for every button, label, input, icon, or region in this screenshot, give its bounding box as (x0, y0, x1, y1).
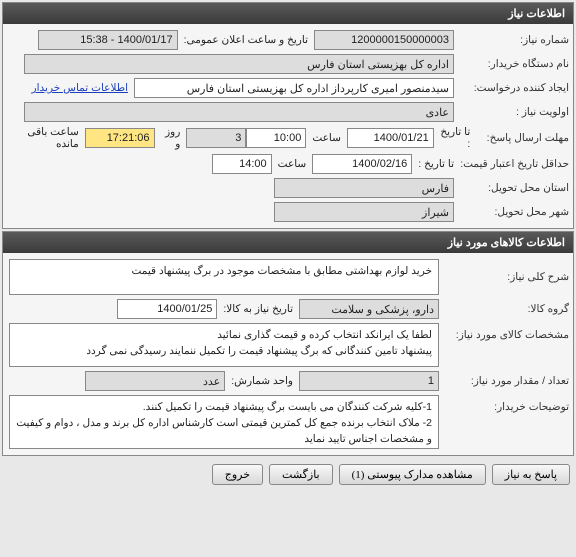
min-valid-label: حداقل تاریخ اعتبار قیمت: (454, 158, 569, 170)
city-label: شهر محل تحویل: (454, 206, 569, 218)
province-value: فارس (274, 178, 454, 198)
pub-datetime-label: تاریخ و ساعت اعلان عمومی: (178, 34, 314, 46)
remain-days: 3 (186, 128, 246, 148)
buyer-contact-link[interactable]: اطلاعات تماس خریدار (32, 82, 128, 94)
need-no-value: 1200000150000003 (314, 30, 454, 50)
need-date-to-value: 1400/01/25 (117, 299, 217, 319)
min-valid-time: 14:00 (212, 154, 272, 174)
goods-group-value: دارو، پزشکی و سلامت (299, 299, 439, 319)
unit-value: عدد (85, 371, 225, 391)
goods-info-header: اطلاعات کالاهای مورد نیاز (3, 232, 573, 253)
remain-suffix: ساعت باقی مانده (7, 126, 85, 150)
buyer-org-value: اداره کل بهزیستی استان فارس (24, 54, 454, 74)
priority-label: اولویت نیاز : (454, 106, 569, 118)
province-label: استان محل تحویل: (454, 182, 569, 194)
buyer-org-label: نام دستگاه خریدار: (454, 58, 569, 70)
deadline-label: مهلت ارسال پاسخ: (470, 132, 569, 144)
remain-days-label: روز و (155, 126, 187, 150)
creator-label: ایجاد کننده درخواست: (454, 82, 569, 94)
deadline-time-label: ساعت (306, 132, 347, 144)
need-info-body: شماره نیاز: 1200000150000003 تاریخ و ساع… (3, 24, 573, 228)
need-date-to-label: تاریخ نیاز به کالا: (217, 303, 299, 315)
need-info-panel: اطلاعات نیاز شماره نیاز: 120000015000000… (2, 2, 574, 229)
goods-info-body: شرح کلی نیاز: خرید لوازم بهداشتی مطابق ب… (3, 253, 573, 455)
qty-value: 1 (299, 371, 439, 391)
creator-value: سیدمنصور امیری کارپرداز اداره کل بهزیستی… (134, 78, 454, 98)
priority-value: عادی (24, 102, 454, 122)
pub-datetime-value: 1400/01/17 - 15:38 (38, 30, 178, 50)
need-no-label: شماره نیاز: (454, 34, 569, 46)
reply-button[interactable]: پاسخ به نیاز (492, 464, 570, 485)
deadline-to-label: تا تاریخ : (434, 126, 471, 150)
min-valid-to-label: تا تاریخ : (412, 158, 454, 170)
min-valid-date: 1400/02/16 (312, 154, 412, 174)
city-value: شیراز (274, 202, 454, 222)
goods-group-label: گروه کالا: (439, 303, 569, 315)
deadline-date: 1400/01/21 (347, 128, 434, 148)
buyer-notes-value: 1-کلیه شرکت کنندگان می بایست برگ پیشنهاد… (9, 395, 439, 449)
exit-button[interactable]: خروج (212, 464, 263, 485)
min-valid-time-label: ساعت (272, 158, 313, 170)
remain-time: 17:21:06 (85, 128, 155, 148)
unit-label: واحد شمارش: (225, 375, 299, 387)
deadline-time: 10:00 (246, 128, 306, 148)
button-bar: پاسخ به نیاز مشاهده مدارک پیوستی (1) باز… (0, 458, 576, 491)
attachments-button[interactable]: مشاهده مدارک پیوستی (1) (339, 464, 486, 485)
back-button[interactable]: بازگشت (269, 464, 333, 485)
qty-label: تعداد / مقدار مورد نیاز: (439, 375, 569, 387)
need-desc-value: خرید لوازم بهداشتی مطابق با مشخصات موجود… (9, 259, 439, 295)
need-desc-label: شرح کلی نیاز: (439, 271, 569, 283)
buyer-notes-label: توضیحات خریدار: (439, 395, 569, 413)
spec-value: لطفا یک ایرانکد انتخاب کرده و قیمت گذاری… (9, 323, 439, 367)
spec-label: مشخصات کالای مورد نیاز: (439, 323, 569, 341)
goods-info-panel: اطلاعات کالاهای مورد نیاز شرح کلی نیاز: … (2, 231, 574, 456)
need-info-header: اطلاعات نیاز (3, 3, 573, 24)
